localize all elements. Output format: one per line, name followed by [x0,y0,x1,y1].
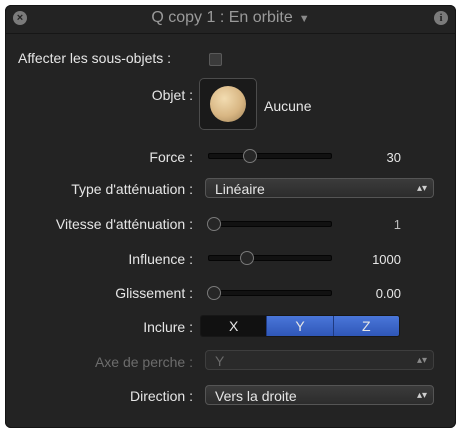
direction-label: Direction : [129,388,193,404]
include-label: Inclure : [143,319,193,335]
drag-slider-thumb[interactable] [207,286,221,300]
influence-label: Influence : [128,251,193,267]
updown-arrows-icon: ▴▾ [416,183,427,194]
force-slider-thumb[interactable] [243,149,258,163]
include-x-button[interactable]: X [201,316,267,336]
info-icon[interactable]: i [434,11,448,25]
influence-slider-track[interactable] [208,251,332,265]
updown-arrows-icon: ▴▾ [416,355,427,366]
pole-axis-value: Y [215,353,225,369]
falloff-rate-slider-thumb[interactable] [207,217,221,231]
falloff-rate-value[interactable]: 1 [341,217,401,232]
affect-subobjects-label: Affecter les sous-objets : [18,50,172,66]
falloff-rate-label: Vitesse d'atténuation : [55,216,193,232]
include-y-button[interactable]: Y [266,316,333,336]
object-sphere-icon [210,86,246,122]
include-segmented-control: X Y Z [200,315,400,337]
object-label: Objet : [151,87,193,103]
falloff-rate-slider-track[interactable] [207,217,332,231]
title-bar: × Q copy 1 : En orbite ▼ i [5,5,456,34]
influence-value[interactable]: 1000 [341,252,401,267]
object-well[interactable] [199,78,257,130]
direction-value: Vers la droite [215,388,297,404]
falloff-type-value: Linéaire [215,181,265,197]
force-slider-track[interactable] [208,149,332,163]
title[interactable]: Q copy 1 : En orbite ▼ [5,9,456,27]
chevron-down-icon[interactable]: ▼ [299,13,310,25]
object-value: Aucune [264,98,312,114]
force-value[interactable]: 30 [341,150,401,165]
drag-slider-track[interactable] [207,286,332,300]
pole-axis-label: Axe de perche : [94,354,193,370]
title-label: Q copy 1 : En orbite [151,9,293,26]
affect-subobjects-checkbox[interactable] [209,53,222,66]
falloff-type-popup[interactable]: Linéaire ▴▾ [205,178,434,198]
force-label: Force : [149,149,193,165]
updown-arrows-icon: ▴▾ [416,390,427,401]
influence-slider-thumb[interactable] [240,251,254,265]
drag-value[interactable]: 0.00 [341,286,401,301]
direction-popup[interactable]: Vers la droite ▴▾ [205,385,434,405]
falloff-type-label: Type d'atténuation : [71,181,193,197]
hud-panel: × Q copy 1 : En orbite ▼ i Affecter les s… [5,5,456,428]
include-z-button[interactable]: Z [332,316,399,336]
pole-axis-popup: Y ▴▾ [205,350,434,370]
drag-label: Glissement : [115,285,193,301]
